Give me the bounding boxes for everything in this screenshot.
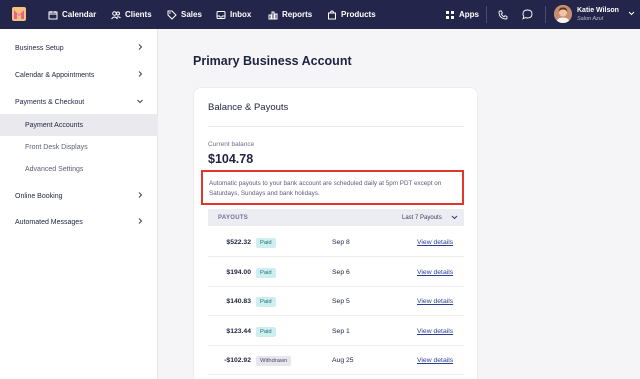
nav-label-calendar: Calendar xyxy=(62,10,97,19)
card-title: Balance & Payouts xyxy=(208,102,289,113)
chevron-right-icon xyxy=(138,218,143,224)
nav-inbox[interactable]: Inbox xyxy=(216,0,251,29)
nav-label-inbox: Inbox xyxy=(230,10,252,19)
chevron-right-icon xyxy=(138,192,143,198)
user-business-name: Salon Azul xyxy=(577,16,604,22)
settings-sidebar: Business Setup Calendar & Appointments P… xyxy=(0,29,158,379)
sidebar-subitem-label: Advanced Settings xyxy=(25,165,84,173)
card-divider xyxy=(208,126,464,127)
status-badge: Paid xyxy=(256,327,276,337)
user-name[interactable]: Katie Wilson xyxy=(577,7,619,14)
sidebar-item-online-booking[interactable]: Online Booking xyxy=(0,185,158,207)
clients-icon xyxy=(111,10,121,19)
nav-calendar[interactable]: Calendar xyxy=(48,0,96,29)
view-details-link[interactable]: View details xyxy=(417,298,453,305)
payout-amount: $123.44 xyxy=(226,328,251,335)
nav-clients[interactable]: Clients xyxy=(111,0,152,29)
phone-icon xyxy=(498,10,508,19)
payout-schedule-note: Automatic payouts to your bank account a… xyxy=(201,170,464,205)
sidebar-subitem-label: Front Desk Displays xyxy=(25,143,88,151)
status-badge: Withdrawn xyxy=(256,356,292,366)
sidebar-item-label: Business Setup xyxy=(15,44,64,52)
sidebar-subitem-label: Payment Accounts xyxy=(25,121,83,129)
status-badge: Paid xyxy=(256,268,276,278)
payout-row: $194.00 Paid Sep 6 View details xyxy=(208,258,464,287)
chevron-down-icon[interactable] xyxy=(451,214,458,221)
chevron-right-icon xyxy=(138,44,143,50)
nav-label-products: Products xyxy=(341,10,376,19)
payouts-header-label: PAYOUTS xyxy=(218,214,249,221)
payout-amount: $194.00 xyxy=(226,269,251,276)
sidebar-item-automated-messages[interactable]: Automated Messages xyxy=(0,211,158,233)
calendar-icon xyxy=(48,10,58,19)
page-title: Primary Business Account xyxy=(193,54,352,68)
view-details-link[interactable]: View details xyxy=(417,328,453,335)
tag-icon xyxy=(167,10,177,20)
payout-row: -$102.92 Withdrawn Aug 25 View details xyxy=(208,346,464,375)
view-details-link[interactable]: View details xyxy=(417,239,453,246)
payout-row: $522.32 Paid Sep 8 View details xyxy=(208,228,464,257)
brand-logo-icon[interactable] xyxy=(12,7,26,21)
payout-date: Aug 25 xyxy=(332,357,354,364)
chevron-down-icon xyxy=(137,99,143,104)
chevron-down-icon[interactable] xyxy=(628,10,635,17)
nav-sales[interactable]: Sales xyxy=(167,0,202,29)
sidebar-item-label: Automated Messages xyxy=(15,218,83,226)
user-avatar[interactable] xyxy=(554,5,572,23)
sidebar-item-calendar-appointments[interactable]: Calendar & Appointments xyxy=(0,64,158,86)
payout-date: Sep 8 xyxy=(332,239,350,246)
avatar-portrait-icon xyxy=(554,5,572,23)
nav-reports[interactable]: Reports xyxy=(268,0,312,29)
payout-amount: $522.32 xyxy=(226,239,251,246)
nav-label-clients: Clients xyxy=(125,10,152,19)
payouts-header: PAYOUTS Last 7 Payouts xyxy=(208,209,464,226)
chevron-right-icon xyxy=(138,71,143,77)
reports-icon xyxy=(268,11,278,19)
sidebar-item-business-setup[interactable]: Business Setup xyxy=(0,37,158,59)
apps-grid-icon xyxy=(446,10,454,19)
payout-date: Sep 6 xyxy=(332,269,350,276)
sidebar-subitem-payment-accounts[interactable]: Payment Accounts xyxy=(0,114,158,136)
phone-button[interactable] xyxy=(495,0,511,29)
chat-button[interactable] xyxy=(519,0,535,29)
sidebar-item-label: Payments & Checkout xyxy=(15,98,85,106)
sidebar-subitem-advanced-settings[interactable]: Advanced Settings xyxy=(0,158,158,180)
payout-amount: $140.83 xyxy=(226,298,251,305)
nav-apps[interactable]: Apps xyxy=(445,0,479,29)
chat-bubble-icon xyxy=(521,9,532,20)
top-nav-bar: Calendar Clients Sales Inbox Reports Pro… xyxy=(0,0,640,29)
sidebar-subitem-front-desk-displays[interactable]: Front Desk Displays xyxy=(0,136,158,158)
nav-label-reports: Reports xyxy=(282,10,313,19)
sidebar-item-payments-checkout[interactable]: Payments & Checkout xyxy=(0,91,158,113)
status-badge: Paid xyxy=(256,238,276,248)
balance-payouts-card: Balance & Payouts Current balance $104.7… xyxy=(193,87,478,379)
nav-divider xyxy=(486,6,487,23)
payout-date: Sep 5 xyxy=(332,298,350,305)
sidebar-item-label: Calendar & Appointments xyxy=(15,71,95,79)
payout-row: $140.83 Paid Sep 5 View details xyxy=(208,287,464,316)
payout-row: $123.44 Paid Sep 1 View details xyxy=(208,317,464,346)
inbox-icon xyxy=(216,10,226,19)
nav-label-sales: Sales xyxy=(181,10,202,19)
view-details-link[interactable]: View details xyxy=(417,269,453,276)
payouts-filter-dropdown[interactable]: Last 7 Payouts xyxy=(402,215,442,221)
sidebar-item-label: Online Booking xyxy=(15,192,63,200)
payout-date: Sep 1 xyxy=(332,328,350,335)
view-details-link[interactable]: View details xyxy=(417,357,453,364)
balance-label: Current balance xyxy=(208,141,255,148)
nav-label-apps: Apps xyxy=(459,10,479,19)
bag-icon xyxy=(328,9,336,19)
status-badge: Paid xyxy=(256,297,276,307)
balance-value: $104.78 xyxy=(208,152,254,166)
payout-amount: -$102.92 xyxy=(224,357,251,364)
nav-divider-2 xyxy=(545,6,546,23)
nav-products[interactable]: Products xyxy=(327,0,376,29)
